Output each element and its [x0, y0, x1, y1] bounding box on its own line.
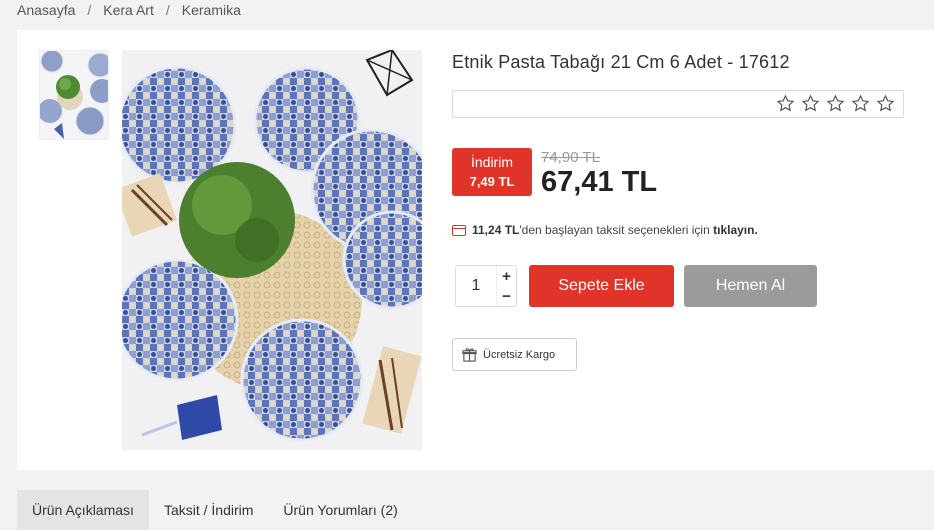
breadcrumb-brand[interactable]: Kera Art [103, 2, 154, 18]
product-card: Etnik Pasta Tabağı 21 Cm 6 Adet - 17612 … [17, 30, 934, 470]
installment-info: 11,24 TL 'den başlayan taksit seçenekler… [452, 223, 758, 237]
product-thumbnail[interactable] [39, 50, 109, 140]
tab-reviews[interactable]: Ürün Yorumları (2) [268, 490, 412, 530]
breadcrumb-separator: / [87, 2, 92, 18]
discount-amount: 7,49 TL [469, 174, 515, 189]
quantity-decrease-button[interactable]: − [497, 286, 516, 306]
old-price: 74,90 TL [541, 149, 600, 166]
current-price: 67,41 TL [541, 166, 658, 198]
breadcrumb-home[interactable]: Anasayfa [17, 2, 75, 18]
tab-description[interactable]: Ürün Açıklaması [17, 490, 149, 530]
discount-badge: İndirim 7,49 TL [452, 148, 532, 196]
rating-stars[interactable] [776, 94, 895, 113]
product-tabs: Ürün Açıklaması Taksit / İndirim Ürün Yo… [17, 490, 413, 530]
quantity-stepper: 1 + − [455, 265, 517, 307]
buy-now-button[interactable]: Hemen Al [684, 265, 817, 307]
add-to-cart-button[interactable]: Sepete Ekle [529, 265, 674, 307]
quantity-increase-button[interactable]: + [497, 266, 516, 286]
product-title: Etnik Pasta Tabağı 21 Cm 6 Adet - 17612 [452, 52, 790, 72]
star-icon[interactable] [826, 94, 845, 113]
installment-amount: 11,24 TL [472, 223, 520, 237]
star-icon[interactable] [851, 94, 870, 113]
breadcrumb: Anasayfa / Kera Art / Keramika [17, 2, 241, 18]
installment-link[interactable]: tıklayın. [713, 223, 758, 237]
free-shipping-badge[interactable]: Ücretsiz Kargo [452, 338, 577, 371]
breadcrumb-category[interactable]: Keramika [182, 2, 241, 18]
star-icon[interactable] [776, 94, 795, 113]
star-icon[interactable] [876, 94, 895, 113]
credit-card-icon [452, 224, 466, 236]
installment-text: 'den başlayan taksit seçenekleri için [519, 223, 714, 237]
star-icon[interactable] [801, 94, 820, 113]
breadcrumb-separator: / [165, 2, 170, 18]
tab-installment-discount[interactable]: Taksit / İndirim [149, 490, 268, 530]
quantity-input[interactable]: 1 [456, 266, 496, 306]
free-shipping-label: Ücretsiz Kargo [483, 348, 556, 361]
rating-bar [452, 90, 904, 118]
discount-label: İndirim [470, 154, 513, 170]
gift-icon [462, 348, 477, 362]
product-main-image[interactable] [122, 50, 422, 450]
